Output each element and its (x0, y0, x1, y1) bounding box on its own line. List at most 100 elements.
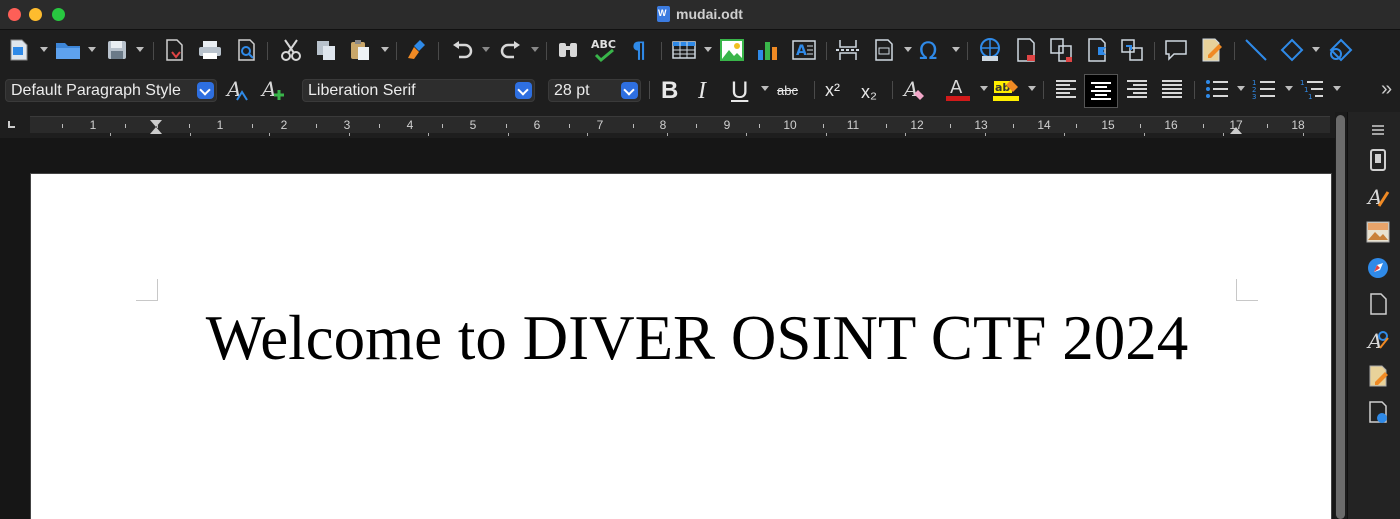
endnote-icon[interactable] (1047, 35, 1075, 65)
clear-formatting-icon[interactable]: A (901, 74, 931, 104)
navigator-icon[interactable] (1366, 256, 1390, 280)
new-document-icon[interactable] (6, 35, 32, 65)
undo-icon[interactable] (448, 35, 476, 65)
document-heading[interactable]: Welcome to DIVER OSINT CTF 2024 (31, 303, 1363, 373)
basic-shapes-dropdown[interactable] (1312, 47, 1320, 52)
italic-button[interactable]: I (698, 76, 706, 106)
tab-stop-mark (190, 133, 191, 136)
separator (1043, 81, 1044, 99)
page-break-icon[interactable] (834, 35, 862, 65)
outline-list-icon[interactable]: 111 (1297, 74, 1327, 104)
open-dropdown[interactable] (88, 47, 96, 52)
cross-reference-icon[interactable] (1118, 35, 1146, 65)
export-pdf-icon[interactable] (161, 35, 187, 65)
font-size-select[interactable]: 28 pt (548, 79, 641, 102)
clone-formatting-icon[interactable] (403, 35, 431, 65)
ordered-list-dropdown[interactable] (1285, 86, 1293, 91)
unordered-list-icon[interactable] (1202, 74, 1232, 104)
font-color-icon[interactable]: A (943, 74, 973, 104)
track-changes-icon[interactable] (1198, 35, 1226, 65)
tab-stop-selector[interactable] (8, 121, 15, 128)
first-line-indent-marker[interactable] (150, 120, 162, 127)
comment-icon[interactable] (1162, 35, 1190, 65)
strikethrough-button[interactable]: abc (777, 76, 798, 106)
justify-icon[interactable] (1157, 74, 1187, 104)
align-right-icon[interactable] (1122, 74, 1152, 104)
insert-table-icon[interactable] (669, 35, 699, 65)
vertical-scrollbar[interactable] (1335, 112, 1347, 519)
update-style-icon[interactable]: A (224, 74, 252, 104)
highlight-color-icon[interactable]: ab (990, 74, 1024, 104)
insert-chart-icon[interactable] (754, 35, 782, 65)
font-name-select[interactable]: Liberation Serif (302, 79, 535, 102)
basic-shapes-icon[interactable] (1278, 35, 1306, 65)
font-color-dropdown[interactable] (980, 86, 988, 91)
paragraph-style-dropdown-icon[interactable] (197, 82, 214, 99)
gallery-icon[interactable] (1366, 220, 1390, 244)
paste-icon[interactable] (346, 35, 374, 65)
document-canvas[interactable]: Welcome to DIVER OSINT CTF 2024 (0, 138, 1335, 519)
copy-icon[interactable] (312, 35, 340, 65)
paragraph-style-select[interactable]: Default Paragraph Style (5, 79, 217, 102)
special-character-dropdown[interactable] (952, 47, 960, 52)
vertical-scrollbar-thumb[interactable] (1336, 115, 1345, 519)
ruler-label: 14 (1037, 118, 1051, 132)
ruler-tick (886, 124, 887, 128)
separator (892, 81, 893, 99)
new-document-dropdown[interactable] (40, 47, 48, 52)
footnote-icon[interactable] (1012, 35, 1040, 65)
paste-dropdown[interactable] (381, 47, 389, 52)
hyperlink-icon[interactable] (975, 35, 1005, 65)
align-center-icon[interactable] (1084, 74, 1118, 108)
outline-list-dropdown[interactable] (1333, 86, 1341, 91)
underline-button[interactable]: U (731, 76, 748, 106)
font-name-dropdown-icon[interactable] (515, 82, 532, 99)
font-size-dropdown-icon[interactable] (621, 82, 638, 99)
special-character-icon[interactable]: Ω (916, 35, 946, 65)
insert-textbox-icon[interactable]: A (790, 35, 818, 65)
line-icon[interactable] (1242, 35, 1270, 65)
save-icon[interactable] (104, 35, 130, 65)
insert-field-dropdown[interactable] (904, 47, 912, 52)
unordered-list-dropdown[interactable] (1237, 86, 1245, 91)
insert-table-dropdown[interactable] (704, 47, 712, 52)
bold-button[interactable]: B (661, 76, 678, 106)
style-inspector-icon[interactable]: A (1366, 328, 1390, 352)
print-icon[interactable] (196, 35, 224, 65)
manage-changes-icon[interactable] (1366, 364, 1390, 388)
ordered-list-icon[interactable]: 123 (1249, 74, 1279, 104)
highlight-color-dropdown[interactable] (1028, 86, 1036, 91)
redo-dropdown[interactable] (531, 47, 539, 52)
draw-functions-icon[interactable] (1326, 35, 1356, 65)
align-left-icon[interactable] (1051, 74, 1081, 104)
subscript-button[interactable]: x₂ (861, 77, 877, 107)
properties-icon[interactable] (1366, 148, 1390, 172)
sidebar-menu-icon[interactable] (1366, 118, 1390, 142)
superscript-button[interactable]: x² (825, 75, 840, 105)
styles-icon[interactable]: A (1366, 184, 1390, 208)
ruler-label: 13 (974, 118, 988, 132)
insert-image-icon[interactable] (718, 35, 746, 65)
toolbar-overflow-button[interactable]: » (1381, 78, 1392, 101)
formatting-marks-icon[interactable]: ¶ (628, 35, 652, 65)
insert-field-icon[interactable] (870, 35, 898, 65)
undo-dropdown[interactable] (482, 47, 490, 52)
left-indent-marker[interactable] (150, 127, 162, 134)
window-title-text: mudai.odt (676, 6, 743, 22)
page-icon[interactable] (1366, 292, 1390, 316)
paragraph-style-value: Default Paragraph Style (11, 82, 181, 99)
underline-dropdown[interactable] (761, 86, 769, 91)
open-folder-icon[interactable] (53, 35, 83, 65)
redo-icon[interactable] (497, 35, 525, 65)
cut-icon[interactable] (277, 35, 305, 65)
spellcheck-icon[interactable]: ABC (589, 35, 621, 65)
bookmark-icon[interactable] (1083, 35, 1111, 65)
save-dropdown[interactable] (136, 47, 144, 52)
document-page[interactable]: Welcome to DIVER OSINT CTF 2024 (30, 173, 1332, 519)
tab-stop-mark (905, 133, 906, 136)
design-icon[interactable] (1366, 400, 1390, 424)
find-replace-icon[interactable] (554, 35, 582, 65)
print-preview-icon[interactable] (233, 35, 259, 65)
horizontal-ruler[interactable]: 1 1 2 3 4 5 6 7 8 9 10 11 12 13 14 15 16 17 18 (30, 116, 1330, 136)
new-style-icon[interactable]: A (259, 74, 287, 104)
